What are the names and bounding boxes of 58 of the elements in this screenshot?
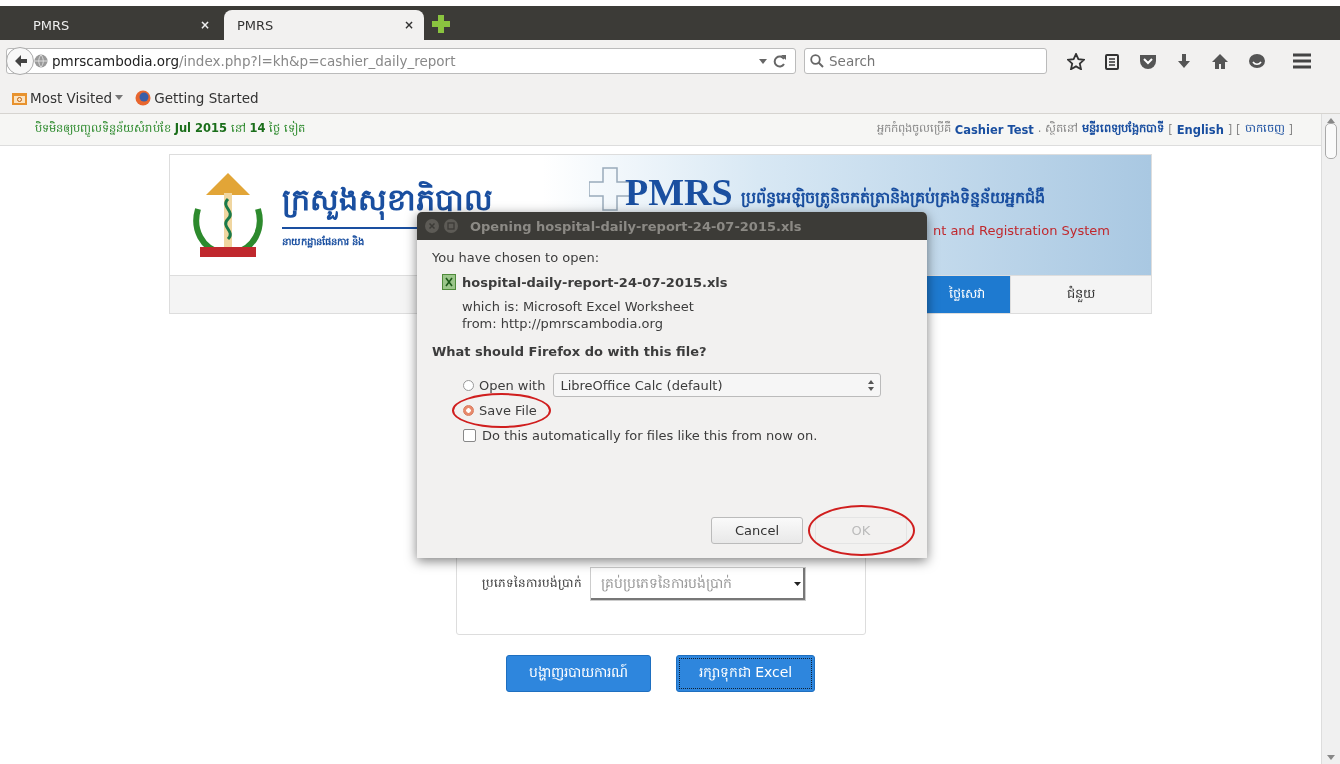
user-link[interactable]: Cashier Test [954, 122, 1034, 137]
close-icon[interactable]: × [199, 18, 210, 32]
reload-icon[interactable] [773, 54, 787, 68]
dialog-text: You have chosen to open: [432, 250, 601, 265]
checkbox-option[interactable]: Do this automatically for files like this from now on. [463, 428, 912, 443]
browser-tab[interactable]: PMRS × [20, 10, 220, 40]
star-icon[interactable] [1067, 52, 1085, 70]
dropdown-icon [793, 582, 801, 586]
back-button[interactable] [6, 47, 34, 75]
close-icon[interactable]: × [403, 18, 414, 32]
browser-tab[interactable]: PMRS × [224, 10, 424, 40]
action-button[interactable]: បង្ហាញរបាយការណ៍ [505, 655, 651, 692]
system-title: ប្រព័ន្ធអេឡិចត្រូនិចកត់ត្រានិងគ្រប់គ្រងទិន្នន័យអ្នកជំងឺ [740, 187, 1045, 211]
status-text: ] [ [1227, 122, 1241, 137]
bookmark-item[interactable]: Getting Started [135, 89, 259, 106]
reading-list-icon[interactable] [1104, 52, 1120, 70]
user-link[interactable]: មន្ទីរពេទ្យបង្អែកបាទី [1082, 121, 1165, 138]
status-text: [ [1168, 122, 1173, 137]
dialog-question: What should Firefox do with this file? [432, 344, 708, 359]
file-type-text: which is: Microsoft Excel Worksheet [462, 299, 695, 314]
system-subtitle: nt and Registration System [932, 223, 1110, 238]
radio-option[interactable]: Save File [463, 403, 537, 418]
url-text: pmrscambodia.org/index.php?l=kh&p=cashier_daily_report [51, 53, 457, 69]
deadline-notice: បិទមិនឲ្យបញ្ចូលទិន្នន័យសំរាប់ខែ Jul 2015 នៅ 14 ថ្ងៃ ទៀត [35, 121, 305, 138]
globe-icon [34, 54, 48, 68]
action-button[interactable]: រក្សាទុកជា Excel [675, 655, 816, 692]
dropdown-icon [115, 95, 124, 100]
search-field[interactable]: Search [804, 48, 1047, 74]
user-link[interactable]: English [1176, 122, 1224, 137]
logout-link[interactable]: ចាកចេញ [1244, 121, 1285, 138]
bookmark-item[interactable]: Most Visited [12, 89, 124, 106]
dialog-title: Opening hospital-daily-report-24-07-2015.xls [470, 218, 802, 234]
pocket-icon[interactable] [1139, 53, 1157, 69]
scroll-thumb[interactable] [1325, 123, 1337, 159]
chat-bubble-icon[interactable] [1248, 53, 1266, 69]
department-name: នាយកដ្ឋានផែនការ និង [282, 234, 366, 250]
radio-option[interactable]: Open with [463, 377, 546, 393]
status-text: . ស្ថិតនៅ [1037, 121, 1079, 137]
home-icon[interactable] [1211, 53, 1229, 69]
plus-icon[interactable] [432, 15, 450, 33]
field-label: ប្រភេទនៃការបង់ប្រាក់ [481, 575, 582, 592]
file-name: hospital-daily-report-24-07-2015.xls [462, 274, 728, 290]
spreadsheet-file-icon [442, 274, 456, 290]
globe-icon [135, 89, 152, 106]
status-text: ] [1288, 122, 1293, 137]
address-bar[interactable]: pmrscambodia.org/index.php?l=kh&p=cashier_daily_report [6, 48, 796, 74]
file-source-text: from: http://pmrscambodia.org [462, 316, 664, 331]
menu-icon[interactable] [1293, 53, 1311, 69]
status-text: អ្នកកំពុងចូលប្រើគឺ [876, 121, 951, 138]
dropdown-icon[interactable] [759, 58, 767, 64]
dialog-button[interactable]: Cancel [711, 517, 803, 544]
download-icon[interactable] [1176, 53, 1192, 69]
scrollbar[interactable] [1321, 114, 1340, 764]
application-select[interactable]: LibreOffice Calc (default) [553, 373, 882, 397]
scroll-down-icon[interactable] [1327, 755, 1335, 760]
system-logo: PMRS [625, 173, 733, 211]
folder-icon [12, 90, 27, 105]
spinner-arrows-icon [868, 379, 875, 391]
